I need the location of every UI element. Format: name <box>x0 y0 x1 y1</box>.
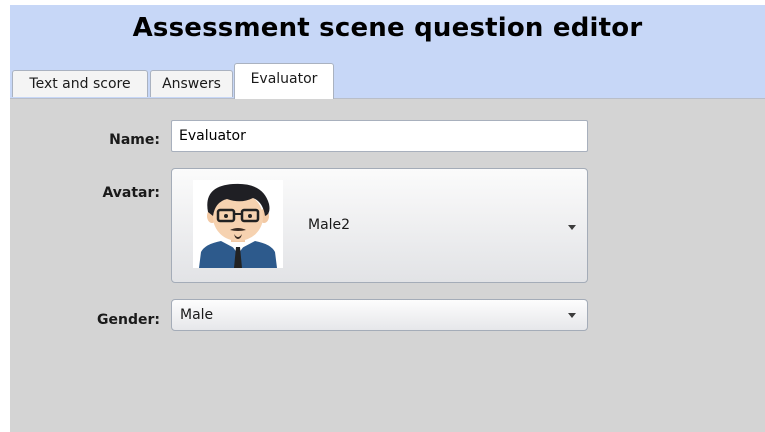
chevron-down-icon <box>568 225 576 230</box>
chevron-down-icon <box>568 313 576 318</box>
avatar-selected-value: Male2 <box>308 217 351 233</box>
name-label: Name: <box>109 132 160 148</box>
tab-text-and-score[interactable]: Text and score <box>12 70 148 97</box>
tab-answers[interactable]: Answers <box>150 70 233 97</box>
gender-selected-value: Male <box>180 307 214 323</box>
avatar-dropdown[interactable]: Male2 <box>171 168 588 283</box>
editor-window: Assessment scene question editor Text an… <box>10 5 765 432</box>
page-title: Assessment scene question editor <box>132 13 643 43</box>
name-input[interactable] <box>171 120 588 152</box>
gender-label: Gender: <box>97 312 160 328</box>
gender-dropdown[interactable]: Male <box>171 299 588 331</box>
avatar-image <box>193 180 283 268</box>
tab-evaluator[interactable]: Evaluator <box>234 63 334 99</box>
avatar-label: Avatar: <box>102 185 160 201</box>
male-avatar-icon <box>199 183 277 268</box>
